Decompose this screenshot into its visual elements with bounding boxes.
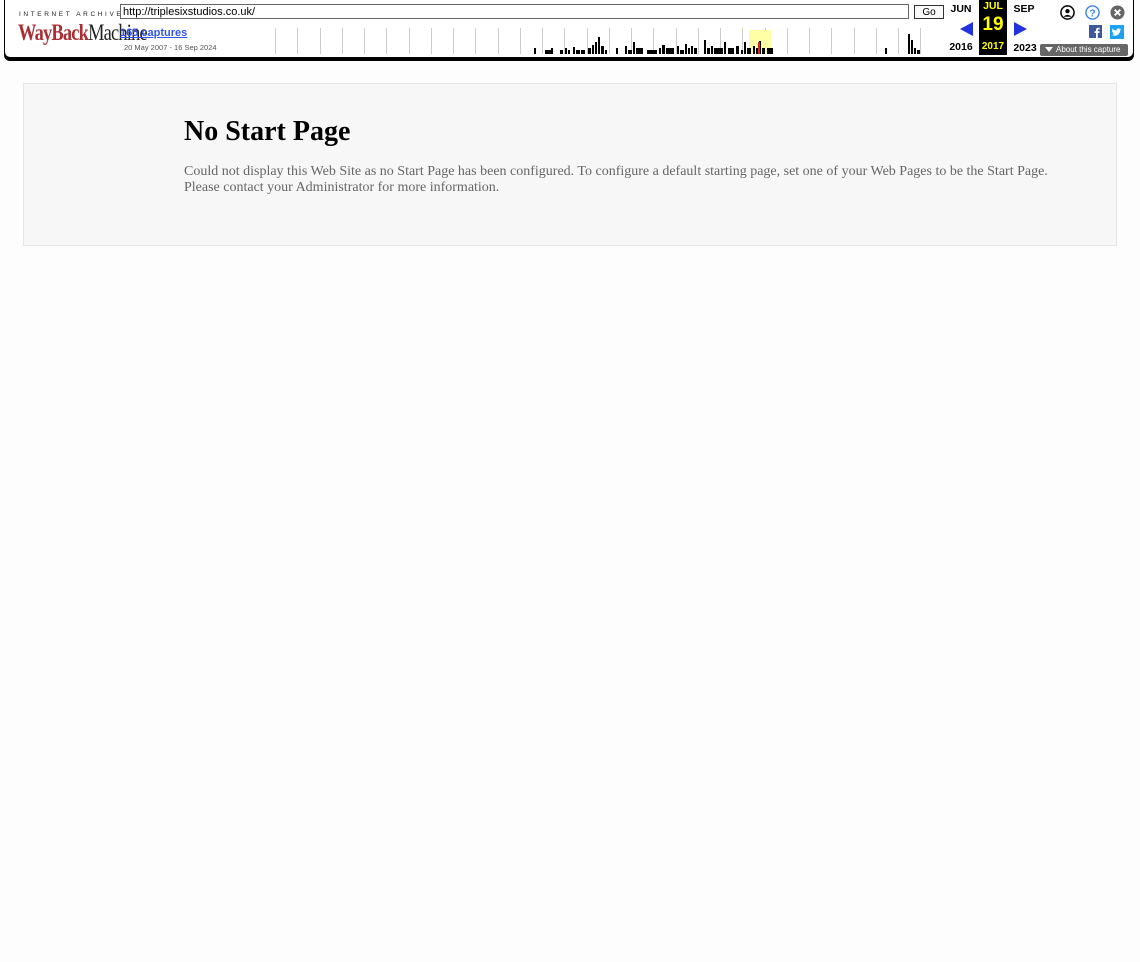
about-capture-label: About this capture xyxy=(1056,45,1121,54)
message-text: Could not display this Web Site as no St… xyxy=(184,164,1048,195)
svg-text:?: ? xyxy=(1089,8,1095,19)
page-title: No Start Page xyxy=(184,116,351,147)
sparkline-bars xyxy=(534,34,920,54)
prev-month-link[interactable]: JUN xyxy=(946,3,976,15)
current-year: 2017 xyxy=(981,41,1005,52)
about-capture-button[interactable]: About this capture xyxy=(1040,44,1128,56)
go-button[interactable]: Go xyxy=(914,5,944,19)
close-icon[interactable] xyxy=(1110,5,1125,20)
captures-link[interactable]: 165 captures xyxy=(120,27,187,39)
prev-year-link[interactable]: 2016 xyxy=(946,41,976,53)
capture-sparkline[interactable] xyxy=(275,28,945,54)
next-year-link[interactable]: 2023 xyxy=(1010,42,1040,54)
help-icon[interactable]: ? xyxy=(1085,5,1100,20)
logo-wayback: WayBack xyxy=(18,20,89,45)
next-month-link[interactable]: SEP xyxy=(1009,3,1039,15)
sparkline-current-capture xyxy=(758,42,760,54)
url-input[interactable] xyxy=(120,4,909,19)
capture-date-range: 20 May 2007 - 16 Sep 2024 xyxy=(124,43,217,52)
wayback-logo[interactable]: INTERNET ARCHIVE WayBackMachine xyxy=(17,8,148,46)
current-month: JUL xyxy=(983,0,1003,12)
caret-down-icon xyxy=(1045,47,1053,53)
facebook-icon[interactable] xyxy=(1089,25,1102,38)
wayback-toolbar: INTERNET ARCHIVE WayBackMachine Go 165 c… xyxy=(4,0,1134,58)
message-panel: No Start Page Could not display this Web… xyxy=(23,83,1117,246)
current-day: 19 xyxy=(982,14,1004,35)
logo-internet-archive: INTERNET ARCHIVE xyxy=(19,11,124,18)
user-icon[interactable] xyxy=(1060,5,1075,20)
prev-capture-arrow-icon[interactable] xyxy=(960,22,973,36)
twitter-icon[interactable] xyxy=(1110,25,1124,39)
next-capture-arrow-icon[interactable] xyxy=(1014,22,1027,36)
